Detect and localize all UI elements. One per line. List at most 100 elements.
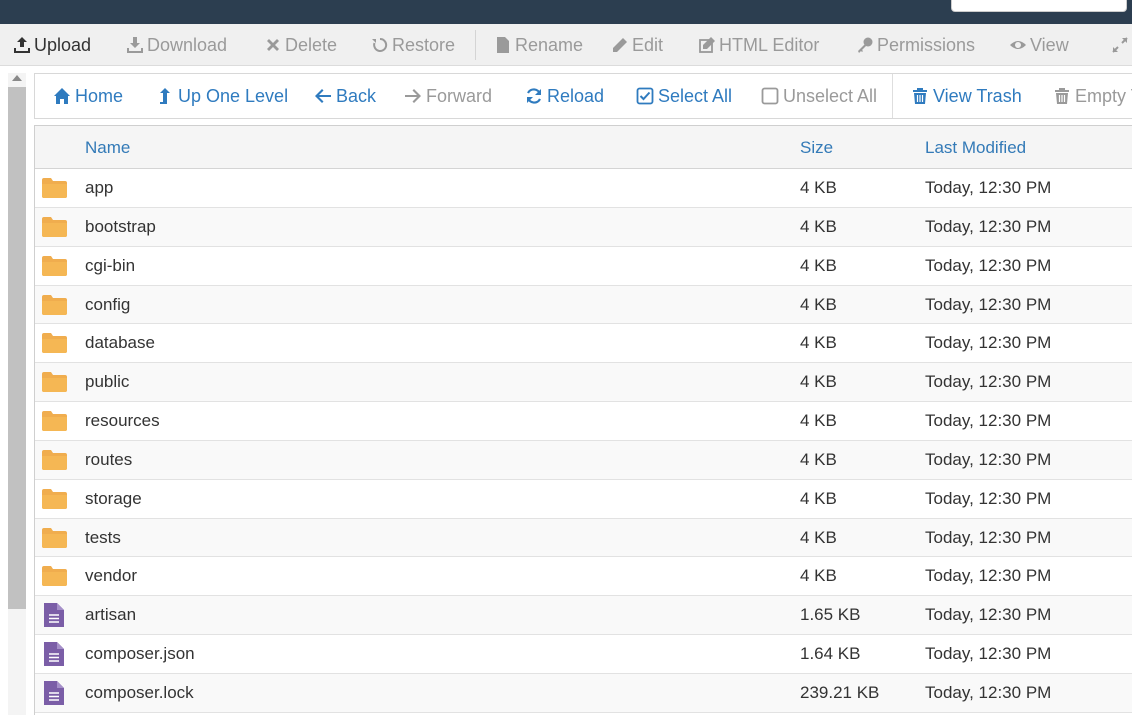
file-name[interactable]: artisan bbox=[85, 596, 136, 634]
navigation-bar: Home Up One Level Back Forward Reload Se… bbox=[34, 73, 1132, 119]
table-row[interactable]: resources 4 KB Today, 12:30 PM bbox=[35, 402, 1132, 441]
restore-label: Restore bbox=[392, 34, 456, 55]
last-modified: Today, 12:30 PM bbox=[925, 682, 1052, 702]
table-row[interactable]: tests 4 KB Today, 12:30 PM bbox=[35, 518, 1132, 558]
folder-icon bbox=[41, 286, 68, 324]
arrow-left-icon bbox=[313, 86, 333, 106]
file-size: 4 KB bbox=[800, 294, 837, 314]
html-editor-label: HTML Editor bbox=[719, 34, 820, 55]
trash-icon bbox=[1052, 86, 1072, 106]
table-row[interactable]: composer.json 1.64 KB Today, 12:30 PM bbox=[35, 635, 1132, 674]
arrow-right-icon bbox=[403, 86, 423, 106]
folder-icon bbox=[41, 247, 68, 285]
view-trash-label: View Trash bbox=[933, 85, 1022, 106]
table-row[interactable]: artisan 1.65 KB Today, 12:30 PM bbox=[35, 596, 1132, 636]
table-row[interactable]: database 4 KB Today, 12:30 PM bbox=[35, 324, 1132, 364]
upload-button[interactable]: Upload bbox=[12, 24, 91, 66]
back-button[interactable]: Back bbox=[313, 74, 376, 118]
reload-label: Reload bbox=[547, 85, 605, 106]
checkbox-empty-icon bbox=[760, 86, 780, 106]
forward-label: Forward bbox=[426, 85, 493, 106]
download-label: Download bbox=[147, 34, 228, 55]
file-text-icon bbox=[41, 596, 65, 634]
last-modified-column-header[interactable]: Last Modified bbox=[925, 126, 1026, 169]
left-scrollbar[interactable] bbox=[0, 67, 34, 715]
view-trash-button[interactable]: View Trash bbox=[910, 74, 1022, 118]
file-name[interactable]: public bbox=[85, 363, 129, 401]
last-modified: Today, 12:30 PM bbox=[925, 178, 1052, 197]
table-row[interactable]: composer.lock 239.21 KB Today, 12:30 PM bbox=[35, 673, 1132, 713]
scrollbar-thumb[interactable] bbox=[8, 87, 26, 609]
last-modified: Today, 12:30 PM bbox=[925, 449, 1052, 469]
last-modified: Today, 12:30 PM bbox=[925, 605, 1052, 625]
select-all-button[interactable]: Select All bbox=[635, 74, 732, 118]
file-name[interactable]: vendor bbox=[85, 557, 137, 595]
file-name[interactable]: cgi-bin bbox=[85, 247, 135, 285]
file-size: 1.64 KB bbox=[800, 644, 861, 664]
html-editor-button[interactable]: HTML Editor bbox=[697, 24, 819, 66]
file-text-icon bbox=[41, 635, 65, 673]
table-row[interactable]: bootstrap 4 KB Today, 12:30 PM bbox=[35, 207, 1132, 247]
forward-button[interactable]: Forward bbox=[403, 74, 492, 118]
table-row[interactable]: cgi-bin 4 KB Today, 12:30 PM bbox=[35, 247, 1132, 286]
restore-button[interactable]: Restore bbox=[370, 24, 455, 66]
file-name[interactable]: storage bbox=[85, 480, 142, 518]
scroll-up-icon[interactable] bbox=[12, 75, 22, 81]
table-row[interactable]: app 4 KB Today, 12:30 PM bbox=[35, 169, 1132, 208]
file-name[interactable]: resources bbox=[85, 402, 160, 440]
file-name[interactable]: composer.json bbox=[85, 635, 195, 673]
table-row[interactable]: routes 4 KB Today, 12:30 PM bbox=[35, 440, 1132, 480]
permissions-button[interactable]: Permissions bbox=[855, 24, 975, 66]
rename-button[interactable]: Rename bbox=[493, 24, 583, 66]
empty-trash-label: Empty T bbox=[1075, 85, 1132, 106]
rename-label: Rename bbox=[515, 34, 584, 55]
reload-button[interactable]: Reload bbox=[524, 74, 604, 118]
edit-button[interactable]: Edit bbox=[610, 24, 663, 66]
table-row[interactable]: config 4 KB Today, 12:30 PM bbox=[35, 285, 1132, 325]
file-size: 1.65 KB bbox=[800, 605, 861, 625]
last-modified: Today, 12:30 PM bbox=[925, 255, 1052, 275]
upload-label: Upload bbox=[34, 34, 92, 55]
delete-label: Delete bbox=[285, 34, 338, 55]
view-button[interactable]: View bbox=[1008, 24, 1069, 66]
eye-icon bbox=[1008, 35, 1028, 55]
toolbar-divider bbox=[475, 30, 476, 60]
file-size: 4 KB bbox=[800, 411, 837, 431]
empty-trash-button[interactable]: Empty T bbox=[1052, 74, 1132, 118]
up-one-level-button[interactable]: Up One Level bbox=[155, 74, 288, 118]
home-button[interactable]: Home bbox=[52, 74, 123, 118]
search-input[interactable] bbox=[951, 0, 1127, 12]
size-column-header[interactable]: Size bbox=[800, 126, 833, 169]
file-text-icon bbox=[41, 674, 65, 712]
unselect-all-label: Unselect All bbox=[783, 85, 878, 106]
unselect-all-button[interactable]: Unselect All bbox=[760, 74, 877, 118]
download-icon bbox=[125, 35, 145, 55]
file-name[interactable]: bootstrap bbox=[85, 208, 156, 246]
file-name[interactable]: database bbox=[85, 324, 155, 362]
restore-icon bbox=[370, 35, 390, 55]
file-name[interactable]: composer.lock bbox=[85, 674, 194, 712]
expand-button[interactable] bbox=[1110, 24, 1132, 66]
edit-label: Edit bbox=[632, 34, 664, 55]
last-modified: Today, 12:30 PM bbox=[925, 527, 1052, 547]
level-up-icon bbox=[155, 86, 175, 106]
folder-icon bbox=[41, 480, 68, 518]
file-name[interactable]: tests bbox=[85, 519, 121, 557]
file-name[interactable]: config bbox=[85, 286, 130, 324]
table-row[interactable]: storage 4 KB Today, 12:30 PM bbox=[35, 480, 1132, 519]
back-label: Back bbox=[336, 85, 377, 106]
download-button[interactable]: Download bbox=[125, 24, 227, 66]
file-name[interactable]: routes bbox=[85, 441, 132, 479]
home-label: Home bbox=[75, 85, 124, 106]
folder-icon bbox=[41, 208, 68, 246]
edit-square-icon bbox=[697, 35, 717, 55]
name-column-header[interactable]: Name bbox=[85, 126, 130, 169]
file-size: 4 KB bbox=[800, 449, 837, 469]
last-modified: Today, 12:30 PM bbox=[925, 411, 1052, 431]
delete-button[interactable]: Delete bbox=[263, 24, 337, 66]
table-row[interactable]: public 4 KB Today, 12:30 PM bbox=[35, 363, 1132, 403]
file-name[interactable]: app bbox=[85, 169, 113, 207]
last-modified: Today, 12:30 PM bbox=[925, 566, 1052, 586]
checkbox-checked-icon bbox=[635, 86, 655, 106]
table-row[interactable]: vendor 4 KB Today, 12:30 PM bbox=[35, 557, 1132, 597]
